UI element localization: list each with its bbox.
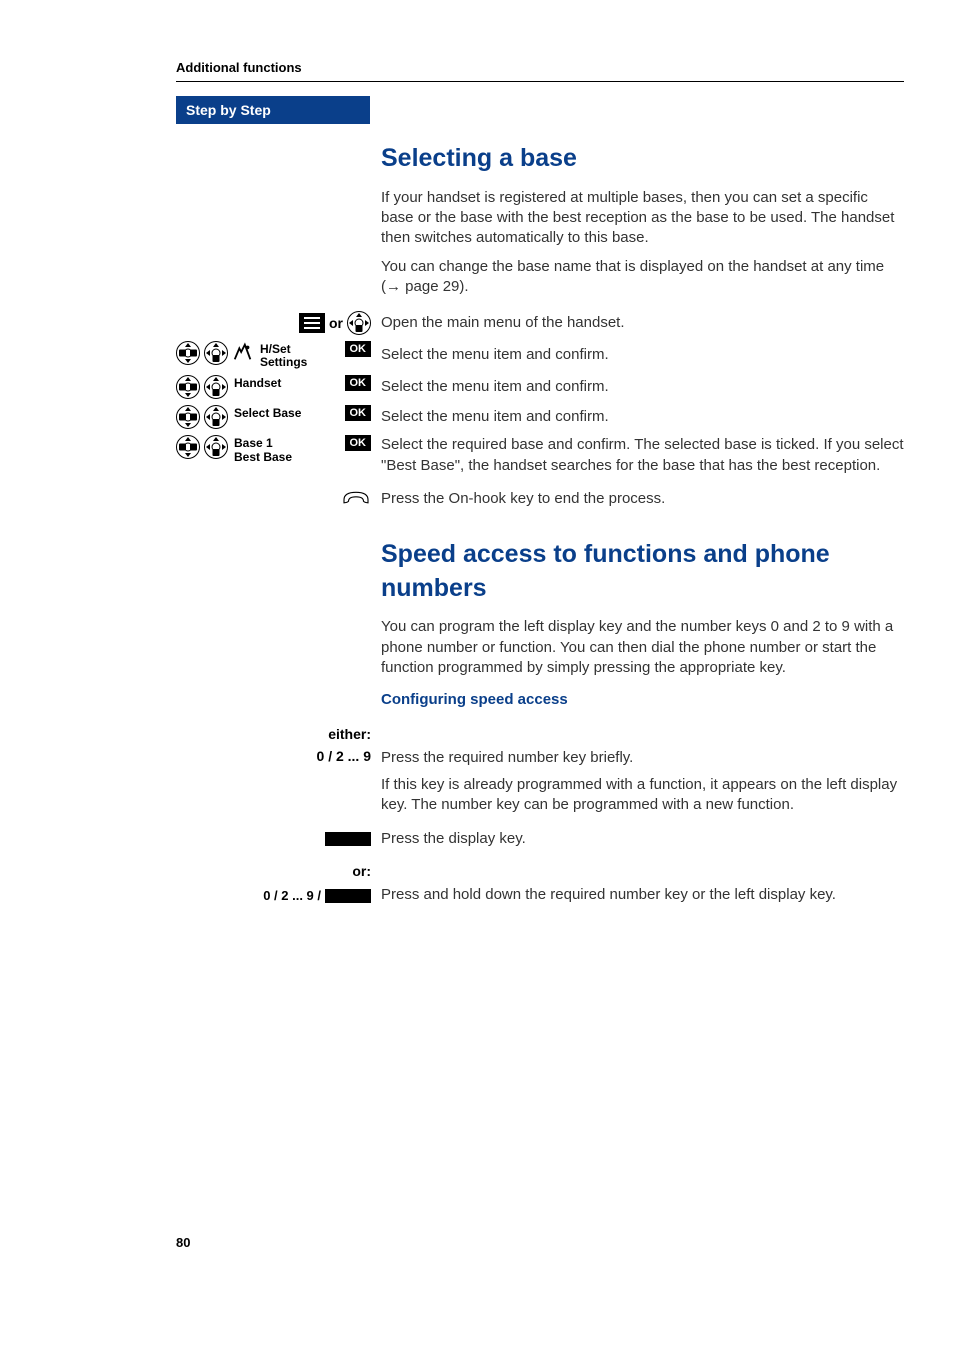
select-base-label: Select Base xyxy=(232,405,341,420)
intro-paragraph-2: You can change the base name that is dis… xyxy=(381,257,904,298)
nav-up-down-icon xyxy=(204,435,228,459)
already-programmed-text: If this key is already programmed with a… xyxy=(381,775,904,816)
open-main-menu-text: Open the main menu of the handset. xyxy=(381,313,904,333)
ok-badge: OK xyxy=(345,375,372,391)
nav-up-down-icon xyxy=(204,341,228,365)
config-speed-heading: Configuring speed access xyxy=(381,690,904,710)
nav-up-down-icon xyxy=(204,375,228,399)
number-keys-label-1: 0 / 2 ... 9 xyxy=(176,748,371,764)
heading-selecting-a-base: Selecting a base xyxy=(381,142,904,176)
handset-label: Handset xyxy=(232,375,341,390)
on-hook-key-icon xyxy=(341,488,371,510)
base-options-label: Base 1 Best Base xyxy=(232,435,341,463)
nav-up-down-icon xyxy=(204,405,228,429)
nav-left-right-icon xyxy=(176,375,200,399)
nav-key-icon xyxy=(347,311,371,335)
menu-icon xyxy=(299,313,325,333)
or-label-2: or: xyxy=(176,863,371,879)
step-by-step-banner: Step by Step xyxy=(176,96,370,124)
nav-left-right-icon xyxy=(176,435,200,459)
number-keys-label-2: 0 / 2 ... 9 / xyxy=(263,888,321,903)
running-header: Additional functions xyxy=(176,60,904,75)
heading-speed-access: Speed access to functions and phone numb… xyxy=(381,538,904,606)
or-label: or xyxy=(329,315,343,331)
ok-badge: OK xyxy=(345,341,372,357)
press-onhook-text: Press the On-hook key to end the process… xyxy=(381,489,904,509)
select-confirm-text-2: Select the menu item and confirm. xyxy=(381,377,904,397)
ok-badge: OK xyxy=(345,435,372,451)
settings-icon xyxy=(232,341,254,363)
select-required-base-text: Select the required base and confirm. Th… xyxy=(381,435,904,476)
hset-settings-label: H/Set Settings xyxy=(258,341,341,369)
display-key-icon xyxy=(325,889,371,903)
page-reference-link[interactable]: → page 29 xyxy=(386,278,459,295)
press-hold-text: Press and hold down the required number … xyxy=(381,885,904,905)
header-rule xyxy=(176,81,904,82)
nav-left-right-icon xyxy=(176,341,200,365)
press-display-key-text: Press the display key. xyxy=(381,829,904,849)
ok-badge: OK xyxy=(345,405,372,421)
select-confirm-text-3: Select the menu item and confirm. xyxy=(381,407,904,427)
press-briefly-text: Press the required number key briefly. xyxy=(381,748,904,768)
either-label: either: xyxy=(176,726,371,742)
display-key-icon xyxy=(325,832,371,846)
speed-access-intro: You can program the left display key and… xyxy=(381,617,904,678)
intro-paragraph-1: If your handset is registered at multipl… xyxy=(381,188,904,249)
select-confirm-text-1: Select the menu item and confirm. xyxy=(381,345,904,365)
nav-left-right-icon xyxy=(176,405,200,429)
page-number: 80 xyxy=(176,1235,190,1250)
